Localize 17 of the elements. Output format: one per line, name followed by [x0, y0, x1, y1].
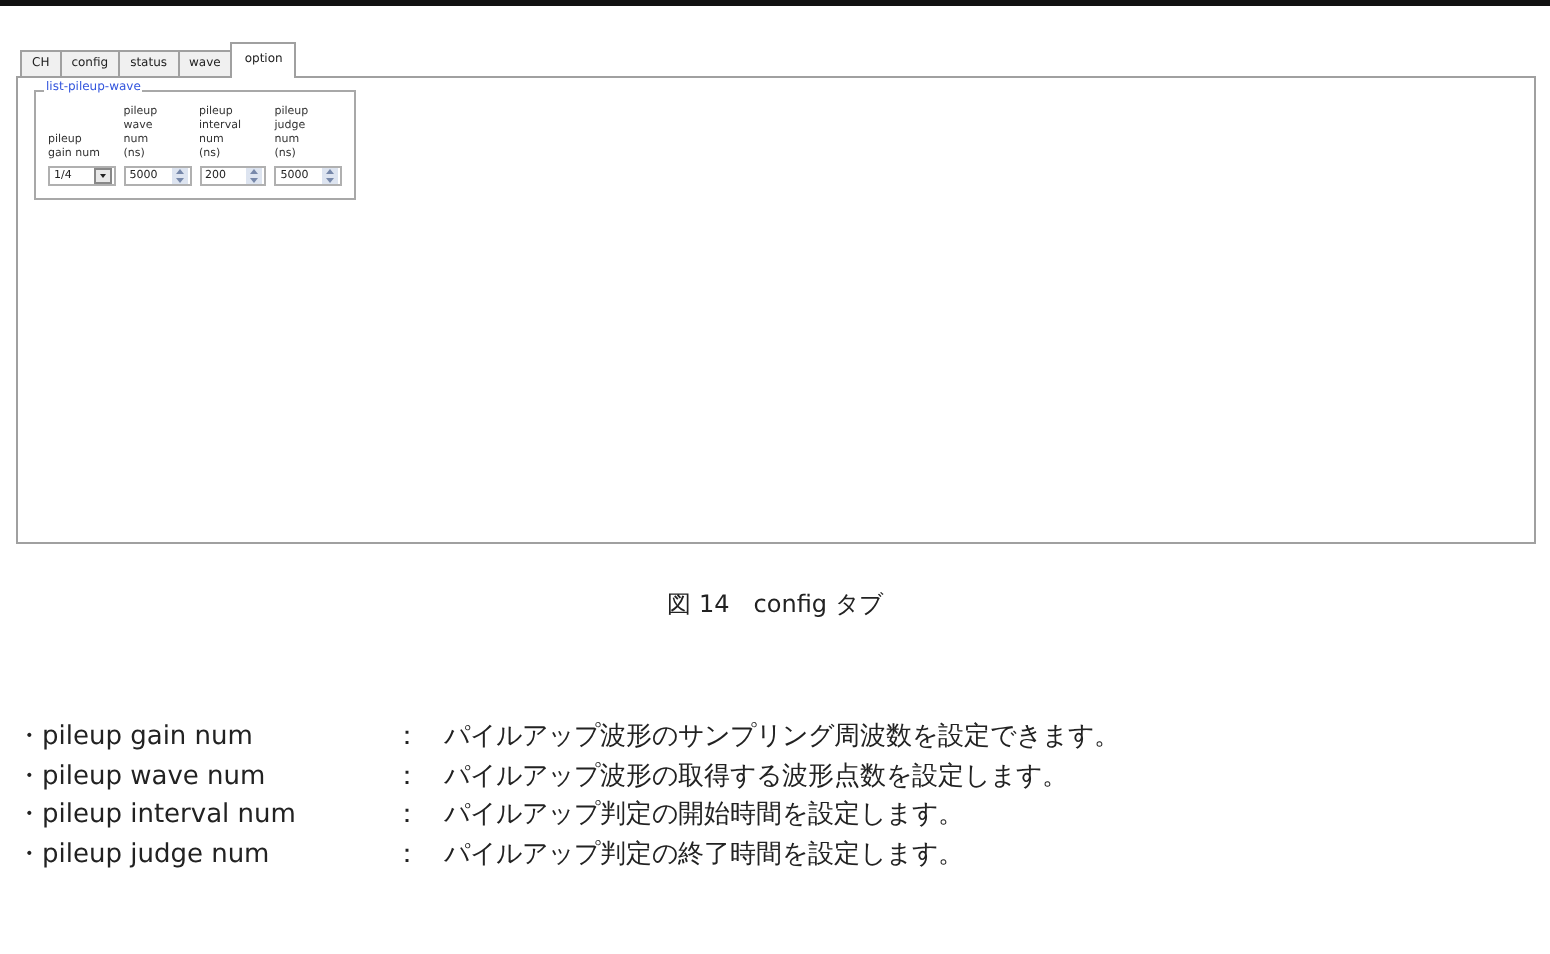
colon-separator: ： — [394, 759, 422, 795]
term-label: ・pileup interval num — [16, 798, 298, 834]
spinner-icon[interactable] — [171, 168, 187, 184]
colon-separator: ： — [394, 798, 422, 834]
figure-caption: 図 14 config タブ — [665, 588, 885, 622]
spinner-icon[interactable] — [246, 168, 263, 184]
term-label: ・pileup judge num — [16, 837, 272, 873]
term-label: ・pileup gain num — [16, 720, 255, 756]
description-text: パイルアップ波形の取得する波形点数を設定します。 — [444, 759, 1068, 795]
description-text: パイルアップ判定の開始時間を設定します。 — [444, 798, 964, 834]
description-text: パイルアップ波形のサンプリング周波数を設定できます。 — [444, 720, 1120, 756]
spinner-icon[interactable] — [322, 168, 338, 184]
caret-icon[interactable] — [93, 168, 112, 184]
colon-separator: ： — [394, 837, 422, 873]
term-label: ・pileup wave num — [16, 759, 268, 795]
colon-separator: ： — [394, 720, 422, 756]
description-text: パイルアップ判定の終了時間を設定します。 — [444, 837, 964, 873]
